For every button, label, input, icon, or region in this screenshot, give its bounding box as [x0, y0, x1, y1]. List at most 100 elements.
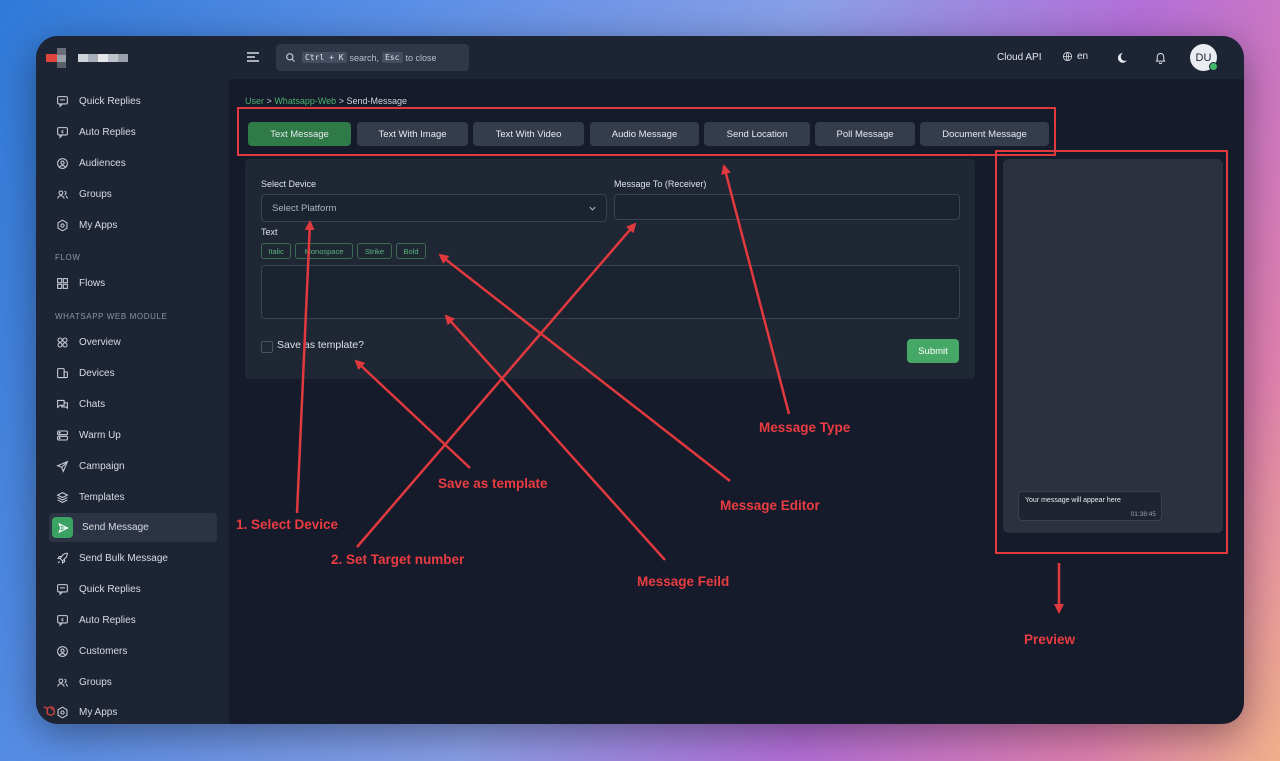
server-icon	[57, 430, 68, 441]
sidebar-item-label: Chats	[79, 399, 106, 410]
save-template-label: Save as template?	[277, 339, 364, 351]
send-icon	[56, 460, 69, 473]
sidebar-item-overview[interactable]: Overview	[49, 328, 217, 357]
sidebar-item-send-message[interactable]: Send Message	[49, 513, 217, 542]
message-textarea[interactable]	[261, 265, 960, 319]
sidebar-item-templates[interactable]: Templates	[49, 483, 217, 512]
message-square-icon	[57, 584, 68, 596]
search-input[interactable]: Ctrl + K search, Esc to close	[276, 44, 469, 71]
logo	[46, 48, 134, 70]
avatar[interactable]: DU	[1190, 44, 1218, 71]
sidebar-item-label: Audiences	[79, 158, 126, 169]
breadcrumb-whatsapp-web[interactable]: Whatsapp-Web	[274, 96, 336, 106]
users-icon	[57, 678, 68, 687]
grid-icon	[57, 278, 68, 289]
sidebar-item-audiences[interactable]: Audiences	[49, 149, 217, 178]
receiver-input[interactable]	[614, 194, 960, 220]
breadcrumb-current: Send-Message	[346, 96, 408, 106]
send-message-form: Select Device Select Platform Message To…	[245, 159, 975, 379]
message-reply-icon	[57, 615, 68, 627]
sidebar-item-send-bulk-message[interactable]: Send Bulk Message	[49, 544, 217, 573]
message-type-highlight	[237, 107, 1056, 156]
sidebar-item-campaign[interactable]: Campaign	[49, 452, 217, 481]
send-message-icon	[52, 517, 73, 538]
sidebar-item-groups-2[interactable]: Groups	[49, 668, 217, 697]
sidebar-item-devices[interactable]: Devices	[49, 359, 217, 388]
breadcrumb-user[interactable]: User	[245, 96, 264, 106]
message-square-icon	[57, 96, 68, 108]
search-hint-end: to close	[405, 52, 437, 63]
sidebar-item-label: Auto Replies	[79, 127, 136, 138]
annotation-message-type: Message Type	[759, 420, 851, 435]
sidebar-item-quick-replies[interactable]: Quick Replies	[49, 87, 217, 116]
sidebar-item-label: Auto Replies	[79, 615, 136, 626]
sidebar-item-label: My Apps	[79, 707, 118, 718]
sidebar-item-chats[interactable]: Chats	[49, 390, 217, 419]
sidebar: Quick Replies Auto Replies Audiences Gro…	[36, 36, 229, 724]
format-bold-button[interactable]: Bold	[396, 243, 426, 259]
kbd-esc: Esc	[382, 52, 403, 63]
sidebar-item-label: Customers	[79, 646, 128, 657]
submit-button[interactable]: Submit	[907, 339, 959, 363]
format-italic-button[interactable]: Italic	[261, 243, 291, 259]
moon-icon[interactable]	[1114, 51, 1127, 64]
avatar-initials: DU	[1195, 51, 1212, 64]
rocket-icon	[57, 552, 68, 564]
annotation-save-template: Save as template	[438, 476, 548, 491]
sidebar-item-warm-up[interactable]: Warm Up	[49, 421, 217, 450]
format-monospace-button[interactable]: Monospace	[295, 243, 353, 259]
sidebar-item-quick-replies-2[interactable]: Quick Replies	[49, 575, 217, 604]
language-switcher[interactable]: en	[1062, 51, 1088, 62]
sidebar-item-my-apps[interactable]: My Apps	[49, 211, 217, 240]
format-strike-button[interactable]: Strike	[357, 243, 392, 259]
annotation-preview: Preview	[1024, 632, 1076, 647]
sidebar-item-flows[interactable]: Flows	[49, 269, 217, 298]
sidebar-item-label: Quick Replies	[79, 96, 141, 107]
device-label: Select Device	[261, 179, 317, 189]
laravel-logo-icon	[43, 705, 55, 717]
sidebar-item-label: Templates	[79, 492, 125, 503]
sidebar-item-label: Quick Replies	[79, 584, 141, 595]
layers-icon	[56, 492, 69, 503]
sidebar-item-label: Devices	[79, 368, 115, 379]
sidebar-item-label: Groups	[79, 189, 112, 200]
section-title-whatsapp-web: WHATSAPP WEB MODULE	[55, 312, 168, 321]
bell-icon[interactable]	[1154, 51, 1167, 64]
sidebar-item-my-apps-2[interactable]: My Apps	[49, 698, 217, 724]
hexagon-icon	[57, 219, 68, 232]
search-icon	[286, 53, 296, 63]
sidebar-item-auto-replies[interactable]: Auto Replies	[49, 118, 217, 147]
breadcrumb-separator: >	[266, 96, 272, 106]
breadcrumb: User > Whatsapp-Web > Send-Message	[245, 96, 407, 106]
sidebar-item-groups[interactable]: Groups	[49, 180, 217, 209]
save-template-checkbox[interactable]	[261, 341, 273, 353]
cloud-api-link[interactable]: Cloud API	[997, 52, 1041, 63]
sidebar-item-label: Flows	[79, 278, 106, 289]
users-icon	[57, 190, 68, 199]
devices-icon	[57, 368, 68, 379]
sidebar-item-label: Warm Up	[79, 430, 121, 441]
sidebar-item-customers[interactable]: Customers	[49, 637, 217, 666]
chevron-down-icon	[589, 206, 596, 211]
menu-toggle-icon[interactable]	[245, 49, 261, 65]
sidebar-item-label: My Apps	[79, 220, 118, 231]
annotation-set-target: 2. Set Target number	[331, 552, 465, 567]
annotation-message-field: Message Feild	[637, 574, 730, 589]
globe-icon	[1062, 51, 1073, 62]
search-hint-text: search,	[349, 52, 380, 63]
section-title-flow: FLOW	[55, 253, 81, 262]
message-reply-icon	[57, 127, 68, 139]
circles-icon	[57, 337, 68, 348]
sidebar-item-label: Groups	[79, 677, 112, 688]
breadcrumb-separator: >	[338, 96, 344, 106]
user-circle-icon	[57, 646, 68, 657]
chats-icon	[57, 399, 68, 410]
sidebar-item-auto-replies-2[interactable]: Auto Replies	[49, 606, 217, 635]
sidebar-item-label: Send Bulk Message	[79, 553, 168, 564]
device-select[interactable]: Select Platform	[261, 194, 607, 222]
online-status-dot	[1209, 62, 1218, 71]
text-label: Text	[261, 227, 278, 237]
annotation-message-editor: Message Editor	[720, 498, 820, 513]
user-circle-icon	[57, 158, 68, 169]
sidebar-item-label: Overview	[79, 337, 121, 348]
